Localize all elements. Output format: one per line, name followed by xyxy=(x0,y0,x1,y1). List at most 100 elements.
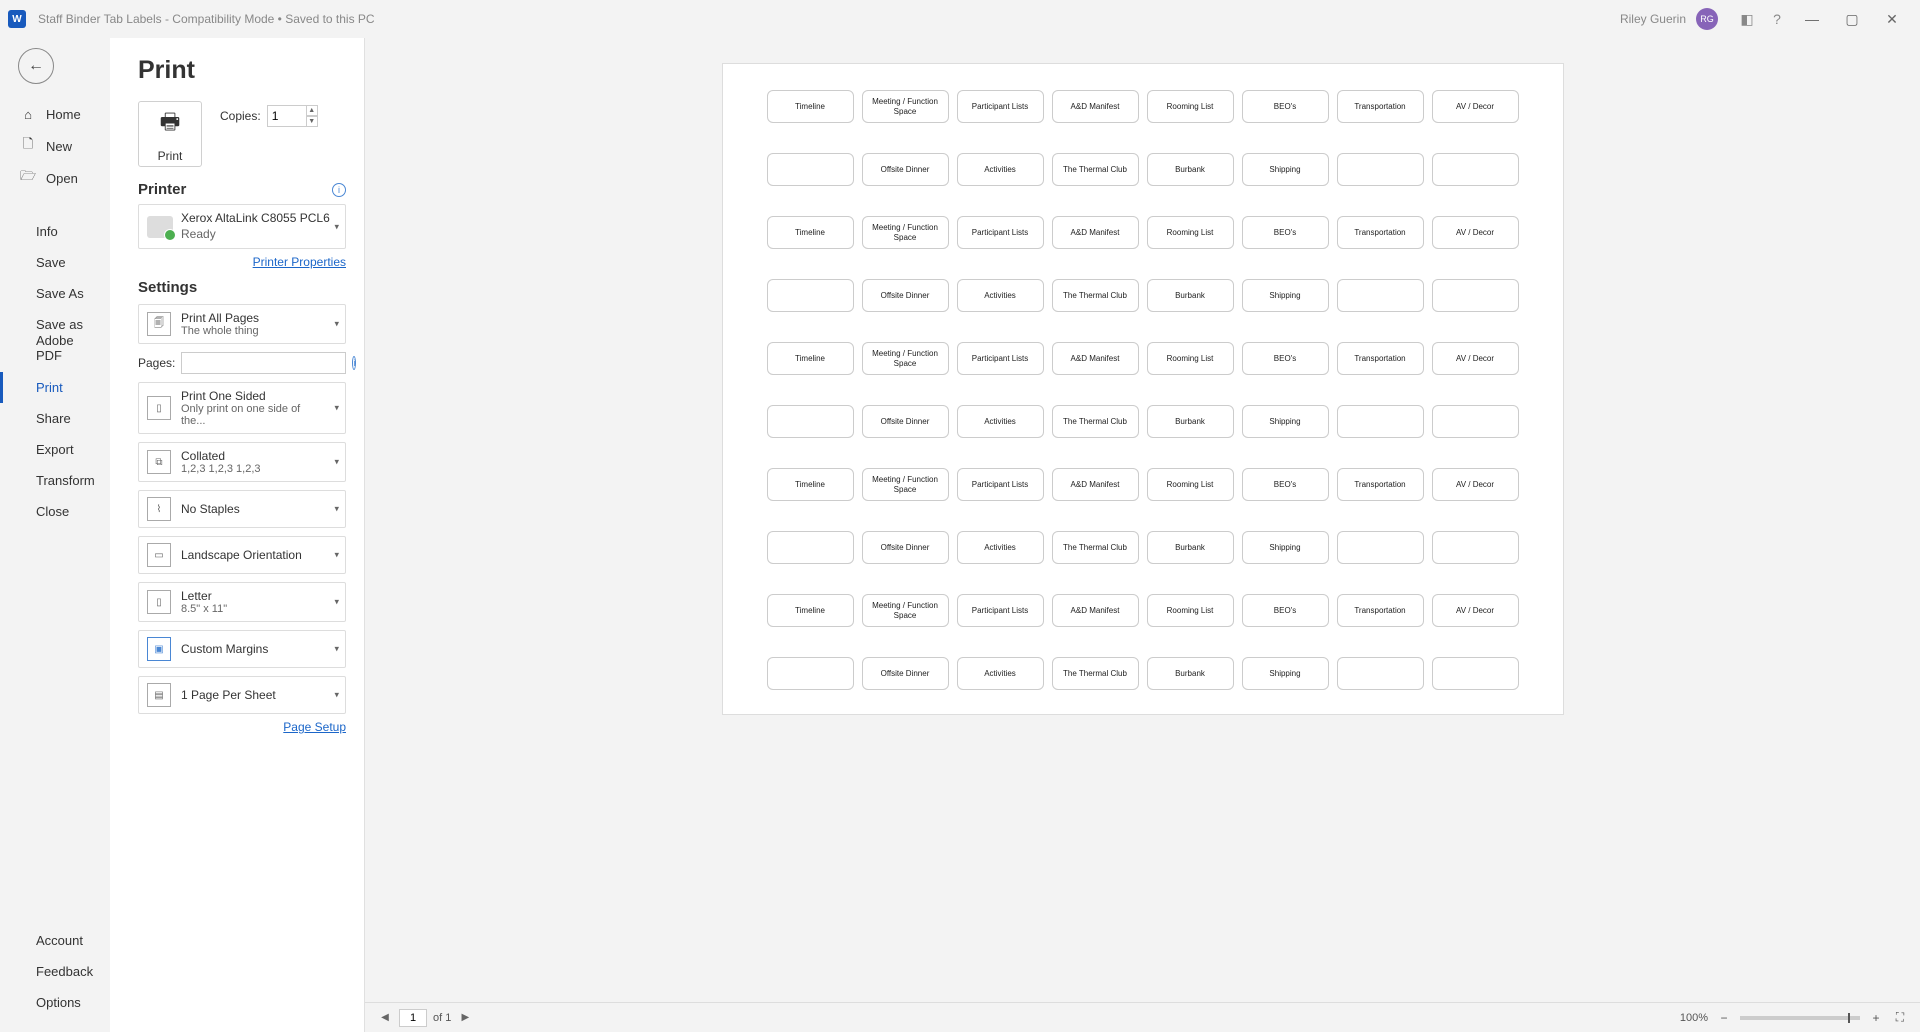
printer-properties-link[interactable]: Printer Properties xyxy=(138,255,346,269)
printer-info-icon[interactable]: i xyxy=(332,183,346,197)
tab-label-blank xyxy=(1432,657,1519,690)
tab-label-blank xyxy=(1337,279,1424,312)
help-icon[interactable]: ? xyxy=(1762,5,1792,33)
back-button[interactable]: ← xyxy=(18,48,54,84)
copies-spinner[interactable]: ▲▼ xyxy=(306,105,318,127)
nav-export[interactable]: Export xyxy=(0,434,110,465)
tab-label: Participant Lists xyxy=(957,594,1044,627)
printer-status: Ready xyxy=(181,227,330,243)
zoom-out-button[interactable]: − xyxy=(1716,1010,1732,1026)
minimize-button[interactable]: ― xyxy=(1792,5,1832,33)
preview-status-bar: ◀ of 1 ▶ 100% − + ⛶ xyxy=(365,1002,1920,1032)
tab-label: Participant Lists xyxy=(957,216,1044,249)
nav-close[interactable]: Close xyxy=(0,496,110,527)
tab-label: Transportation xyxy=(1337,216,1424,249)
nav-options[interactable]: Options xyxy=(0,987,110,1018)
tab-label: A&D Manifest xyxy=(1052,342,1139,375)
tab-label: Activities xyxy=(957,657,1044,690)
current-page-input[interactable] xyxy=(399,1009,427,1027)
nav-account[interactable]: Account xyxy=(0,925,110,956)
zoom-to-page-button[interactable]: ⛶ xyxy=(1892,1010,1908,1026)
tab-label-blank xyxy=(1432,405,1519,438)
tab-label: Offsite Dinner xyxy=(862,531,949,564)
pages-label: Pages: xyxy=(138,356,175,370)
tab-label-blank xyxy=(1337,657,1424,690)
nav-new[interactable]: 🗋New xyxy=(0,130,110,162)
close-window-button[interactable]: ✕ xyxy=(1872,5,1912,33)
setting-print-range[interactable]: 🗐 Print All Pages The whole thing ▾ xyxy=(138,304,346,344)
page-setup-link[interactable]: Page Setup xyxy=(138,720,346,734)
tab-label: The Thermal Club xyxy=(1052,531,1139,564)
tab-label: Meeting / Function Space xyxy=(862,90,949,123)
copies-input[interactable] xyxy=(267,105,307,127)
printer-selector[interactable]: Xerox AltaLink C8055 PCL6 Ready ▾ xyxy=(138,204,346,249)
nav-save-pdf[interactable]: Save as Adobe PDF xyxy=(0,309,110,372)
setting-margins[interactable]: ▣ Custom Margins ▾ xyxy=(138,630,346,668)
tab-label: BEO's xyxy=(1242,342,1329,375)
tab-label: A&D Manifest xyxy=(1052,594,1139,627)
nav-save[interactable]: Save xyxy=(0,247,110,278)
print-preview-area: TimelineMeeting / Function SpaceParticip… xyxy=(365,38,1920,1032)
tab-label: Shipping xyxy=(1242,153,1329,186)
prev-page-button[interactable]: ◀ xyxy=(377,1010,393,1026)
nav-feedback[interactable]: Feedback xyxy=(0,956,110,987)
tab-label: Rooming List xyxy=(1147,90,1234,123)
pages-input[interactable] xyxy=(181,352,346,374)
tab-label-blank xyxy=(1432,279,1519,312)
tab-label: Burbank xyxy=(1147,405,1234,438)
setting-paper-size[interactable]: ▯ Letter 8.5" x 11" ▾ xyxy=(138,582,346,622)
collated-icon: ⧉ xyxy=(147,450,171,474)
nav-print[interactable]: Print xyxy=(0,372,110,403)
tab-label: Timeline xyxy=(767,90,854,123)
user-name: Riley Guerin xyxy=(1620,12,1686,26)
pages-icon: 🗐 xyxy=(147,312,171,336)
nav-share[interactable]: Share xyxy=(0,403,110,434)
tab-label-blank xyxy=(767,279,854,312)
tab-label: Burbank xyxy=(1147,279,1234,312)
tab-label: Burbank xyxy=(1147,657,1234,690)
print-button[interactable]: 🖶 Print xyxy=(138,101,202,167)
setting-staples[interactable]: ⌇ No Staples ▾ xyxy=(138,490,346,528)
tab-label: Offsite Dinner xyxy=(862,153,949,186)
tab-label: Shipping xyxy=(1242,405,1329,438)
tab-label: Participant Lists xyxy=(957,342,1044,375)
chevron-down-icon: ▾ xyxy=(334,690,339,701)
tab-label: Timeline xyxy=(767,594,854,627)
tab-label: Offsite Dinner xyxy=(862,657,949,690)
setting-orientation[interactable]: ▭ Landscape Orientation ▾ xyxy=(138,536,346,574)
title-bar: W Staff Binder Tab Labels - Compatibilit… xyxy=(0,0,1920,38)
tab-label: Rooming List xyxy=(1147,216,1234,249)
tab-label: The Thermal Club xyxy=(1052,279,1139,312)
word-app-icon: W xyxy=(8,10,26,28)
tab-label: Offsite Dinner xyxy=(862,279,949,312)
nav-home[interactable]: ⌂Home xyxy=(0,98,110,130)
maximize-button[interactable]: ▢ xyxy=(1832,5,1872,33)
setting-collation[interactable]: ⧉ Collated 1,2,3 1,2,3 1,2,3 ▾ xyxy=(138,442,346,482)
user-avatar[interactable]: RG xyxy=(1696,8,1718,30)
margins-icon: ▣ xyxy=(147,637,171,661)
zoom-level-label: 100% xyxy=(1680,1012,1708,1024)
setting-pages-per-sheet[interactable]: ▤ 1 Page Per Sheet ▾ xyxy=(138,676,346,714)
landscape-icon: ▭ xyxy=(147,543,171,567)
coming-soon-icon[interactable]: ◧ xyxy=(1732,5,1762,33)
chevron-down-icon: ▾ xyxy=(334,221,339,232)
tab-label-blank xyxy=(767,657,854,690)
tab-label: BEO's xyxy=(1242,216,1329,249)
chevron-down-icon: ▾ xyxy=(334,319,339,330)
nav-info[interactable]: Info xyxy=(0,216,110,247)
tab-label: BEO's xyxy=(1242,468,1329,501)
setting-sides[interactable]: ▯ Print One Sided Only print on one side… xyxy=(138,382,346,434)
tab-label: BEO's xyxy=(1242,90,1329,123)
new-icon: 🗋 xyxy=(20,138,36,154)
nav-open[interactable]: 🗁Open xyxy=(0,162,110,194)
tab-label: Burbank xyxy=(1147,153,1234,186)
pages-info-icon[interactable]: i xyxy=(352,356,356,370)
copies-label: Copies: xyxy=(220,109,261,123)
nav-transform[interactable]: Transform xyxy=(0,465,110,496)
zoom-in-button[interactable]: + xyxy=(1868,1010,1884,1026)
chevron-down-icon: ▾ xyxy=(334,403,339,414)
zoom-slider[interactable] xyxy=(1740,1016,1860,1020)
print-heading: Print xyxy=(138,56,346,85)
next-page-button[interactable]: ▶ xyxy=(457,1010,473,1026)
nav-save-as[interactable]: Save As xyxy=(0,278,110,309)
